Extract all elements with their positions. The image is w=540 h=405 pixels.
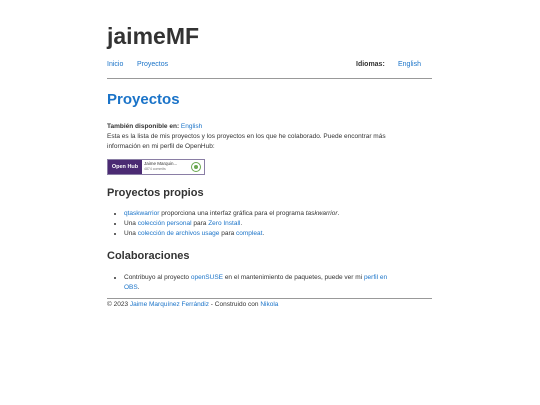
site-title[interactable]: jaimeMF <box>107 22 199 50</box>
qtaskwarrior-link[interactable]: qtaskwarrior <box>124 210 159 217</box>
list-item: Una colección de archivos usage para com… <box>124 229 434 239</box>
top-nav: Inicio Proyectos Idiomas: English <box>107 61 432 73</box>
footer: © 2023 Jaime Marquínez Ferrándiz - Const… <box>107 300 278 310</box>
collaborations-list: Contribuyo al proyecto openSUSE en el ma… <box>107 273 434 293</box>
obs-profile-link-part2: OBS <box>124 284 138 291</box>
list-item: qtaskwarrior proporciona una interfaz gr… <box>124 209 434 219</box>
list-item-text: en el mantenimiento de paquetes, puede v… <box>223 274 364 281</box>
nav-link-inicio[interactable]: Inicio <box>107 61 123 68</box>
list-item-text: . <box>137 284 140 291</box>
own-projects-heading: Proyectos propios <box>107 187 204 199</box>
author-link[interactable]: Jaime Marquínez Ferrándiz <box>130 301 209 308</box>
intro-paragraph: Esta es la lista de mis proyectos y los … <box>107 132 432 152</box>
available-in: También disponible en: English <box>107 122 202 132</box>
list-item-text: . <box>240 220 243 227</box>
nav-link-proyectos[interactable]: Proyectos <box>137 61 168 68</box>
nikola-link[interactable]: Nikola <box>260 301 278 308</box>
openhub-logo: Open Hub <box>108 160 142 174</box>
page-heading: Proyectos <box>107 91 180 108</box>
compleat-link[interactable]: compleat <box>236 230 262 237</box>
obs-profile-link-part1: perfil en <box>363 274 388 281</box>
intro-line-1: Esta es la lista de mis proyectos y los … <box>107 133 386 140</box>
list-item: Contribuyo al proyecto openSUSE en el ma… <box>124 273 434 293</box>
page: jaimeMF Inicio Proyectos Idiomas: Englis… <box>0 0 540 405</box>
list-item-text: . <box>337 210 340 217</box>
taskwarrior-emphasis: taskwarrior <box>305 210 338 217</box>
list-item-text: Una <box>124 230 138 237</box>
kudo-icon <box>191 162 201 172</box>
available-label: También disponible en: <box>107 123 180 130</box>
collaborations-heading: Colaboraciones <box>107 250 190 262</box>
list-item-text: proporciona una interfaz gráfica para el… <box>159 210 306 217</box>
zero-install-link[interactable]: Zero Install <box>208 220 240 227</box>
copyright-text: © 2023 <box>107 301 130 308</box>
list-item-text: para <box>219 230 237 237</box>
nav-link-english[interactable]: English <box>398 61 421 68</box>
intro-line-2: información en mi perfil de OpenHub: <box>107 143 215 150</box>
openhub-profile-name: Jaime Marquin... <box>144 161 178 166</box>
personal-collection-link[interactable]: colección personal <box>138 220 192 227</box>
list-item-text: para <box>191 220 209 227</box>
list-item-text: . <box>262 230 265 237</box>
usage-files-link[interactable]: colección de archivos usage <box>138 230 220 237</box>
footer-divider <box>107 298 432 299</box>
list-item-text: Una <box>124 220 138 227</box>
languages-label: Idiomas: <box>356 61 385 68</box>
own-projects-list: qtaskwarrior proporciona una interfaz gr… <box>107 209 434 239</box>
available-english-link[interactable]: English <box>181 123 202 130</box>
list-item: Una colección personal para Zero Install… <box>124 219 434 229</box>
header-divider <box>107 78 432 79</box>
list-item-text: Contribuyo al proyecto <box>124 274 191 281</box>
opensuse-link[interactable]: openSUSE <box>191 274 223 281</box>
built-with-text: - Construido con <box>209 301 261 308</box>
openhub-badge[interactable]: Open Hub Jaime Marquin... 4874 commits <box>107 159 205 175</box>
openhub-commits: 4874 commits <box>144 167 166 171</box>
